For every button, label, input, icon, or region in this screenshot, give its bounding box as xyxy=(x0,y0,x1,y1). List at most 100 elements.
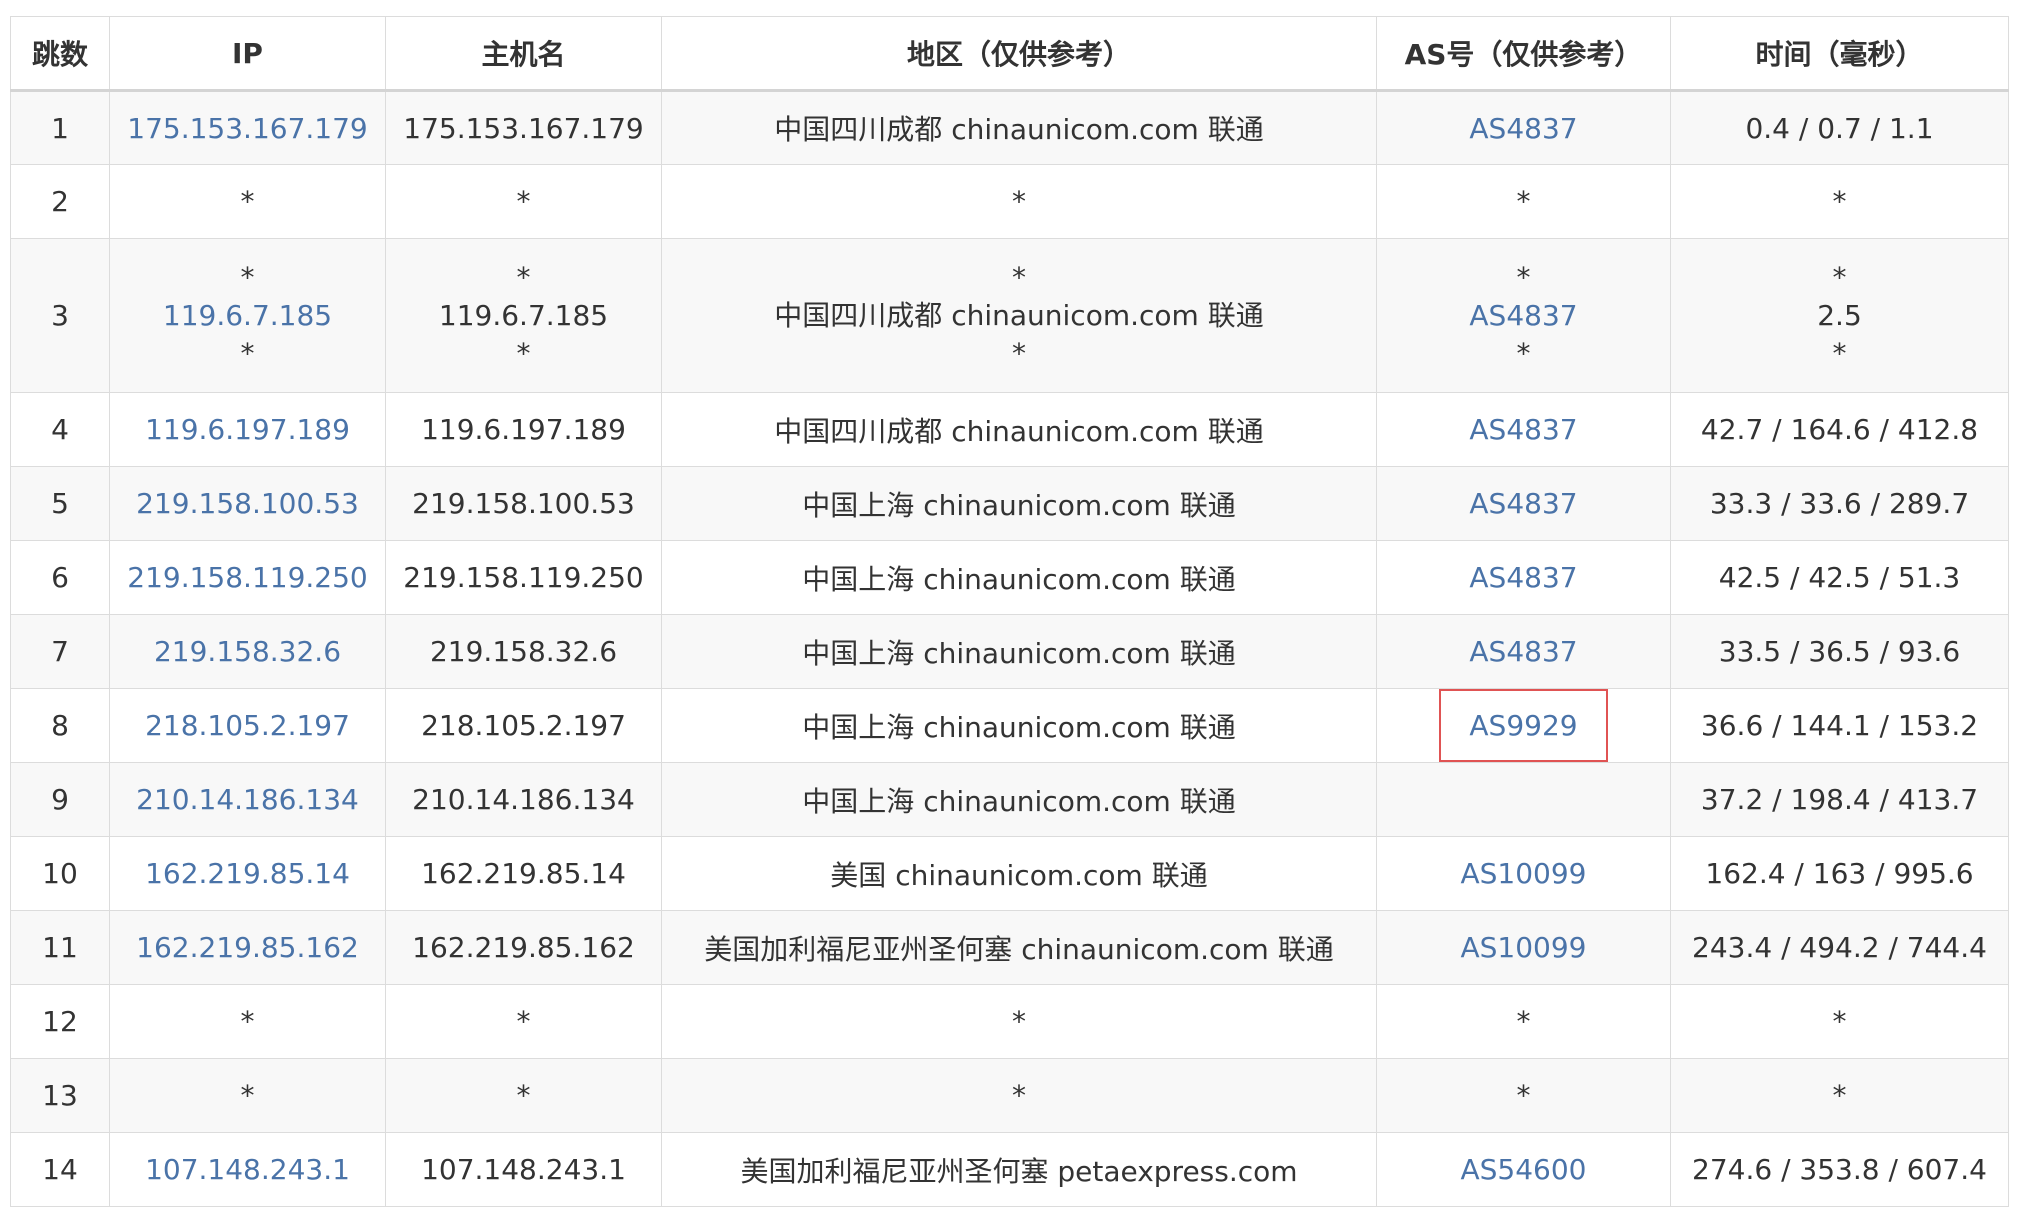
ip-link[interactable]: 175.153.167.179 xyxy=(127,112,367,145)
time-value: 2.5 xyxy=(1817,298,1862,332)
region-cell: 中国上海 chinaunicom.com 联通 xyxy=(661,614,1377,689)
ip-link[interactable]: 218.105.2.197 xyxy=(145,709,350,742)
time-cell: * xyxy=(1670,1058,2009,1133)
ip-cell: 162.219.85.162 xyxy=(109,910,386,985)
hop-cell: 1 xyxy=(10,90,110,165)
as-cell: AS4837 xyxy=(1376,392,1671,467)
hop-cell: 13 xyxy=(10,1058,110,1133)
ip-link[interactable]: 162.219.85.14 xyxy=(145,857,350,890)
region-cell: 美国 chinaunicom.com 联通 xyxy=(661,836,1377,911)
time-cell: 0.4 / 0.7 / 1.1 xyxy=(1670,90,2009,165)
as-link[interactable]: AS4837 xyxy=(1469,487,1577,520)
ip-link[interactable]: 219.158.32.6 xyxy=(154,635,341,668)
hop-cell: 12 xyxy=(10,984,110,1059)
ip-timeout: * xyxy=(240,336,255,370)
as-cell: AS10099 xyxy=(1376,836,1671,911)
hostname-timeout: * xyxy=(516,260,531,294)
as-cell: * xyxy=(1376,1058,1671,1133)
as-cell: AS4837 xyxy=(1376,540,1671,615)
hop-cell: 7 xyxy=(10,614,110,689)
time-cell: 243.4 / 494.2 / 744.4 xyxy=(1670,910,2009,985)
ip-link[interactable]: 219.158.100.53 xyxy=(136,487,359,520)
table-row: 11 162.219.85.162 162.219.85.162 美国加利福尼亚… xyxy=(10,910,2009,985)
hostname-cell: 175.153.167.179 xyxy=(385,90,662,165)
as-cell xyxy=(1376,762,1671,837)
ip-link[interactable]: 107.148.243.1 xyxy=(145,1153,350,1186)
time-timeout: * xyxy=(1832,260,1847,294)
header-time: 时间（毫秒） xyxy=(1670,16,2009,92)
region-cell: 美国加利福尼亚州圣何塞 petaexpress.com xyxy=(661,1132,1377,1207)
region-cell: 中国上海 chinaunicom.com 联通 xyxy=(661,762,1377,837)
time-cell: 33.3 / 33.6 / 289.7 xyxy=(1670,466,2009,541)
hop-cell: 8 xyxy=(10,688,110,763)
table-row: 7 219.158.32.6 219.158.32.6 中国上海 chinaun… xyxy=(10,614,2009,689)
hostname-value: 119.6.7.185 xyxy=(438,298,609,332)
as-link[interactable]: AS10099 xyxy=(1461,857,1587,890)
ip-cell: 210.14.186.134 xyxy=(109,762,386,837)
hostname-cell: 162.219.85.14 xyxy=(385,836,662,911)
hostname-cell: * xyxy=(385,164,662,239)
hostname-cell: * xyxy=(385,1058,662,1133)
header-region: 地区（仅供参考） xyxy=(661,16,1377,92)
table-row: 3 * 119.6.7.185 * * 119.6.7.185 * * 中国四川… xyxy=(10,238,2009,393)
time-cell: 37.2 / 198.4 / 413.7 xyxy=(1670,762,2009,837)
hostname-cell: 119.6.197.189 xyxy=(385,392,662,467)
hop-cell: 14 xyxy=(10,1132,110,1207)
ip-timeout: * xyxy=(240,260,255,294)
as-cell: AS4837 xyxy=(1376,90,1671,165)
as-cell: AS10099 xyxy=(1376,910,1671,985)
ip-cell: 219.158.32.6 xyxy=(109,614,386,689)
ip-link[interactable]: 119.6.7.185 xyxy=(114,297,381,335)
table-row: 6 219.158.119.250 219.158.119.250 中国上海 c… xyxy=(10,540,2009,615)
header-hostname: 主机名 xyxy=(385,16,662,92)
header-ip: IP xyxy=(109,16,386,92)
region-cell: 中国上海 chinaunicom.com 联通 xyxy=(661,466,1377,541)
hostname-cell: 210.14.186.134 xyxy=(385,762,662,837)
as-link[interactable]: AS10099 xyxy=(1461,931,1587,964)
as-link[interactable]: AS4837 xyxy=(1469,112,1577,145)
hostname-cell: 107.148.243.1 xyxy=(385,1132,662,1207)
hostname-cell: * xyxy=(385,984,662,1059)
as-link[interactable]: AS4837 xyxy=(1469,635,1577,668)
table-row: 12 * * * * * xyxy=(10,984,2009,1059)
time-cell: * xyxy=(1670,164,2009,239)
region-cell: * 中国四川成都 chinaunicom.com 联通 * xyxy=(661,238,1377,393)
ip-link[interactable]: 219.158.119.250 xyxy=(127,561,367,594)
as-link[interactable]: AS54600 xyxy=(1461,1153,1587,1186)
ip-link[interactable]: 119.6.197.189 xyxy=(145,413,350,446)
as-highlight-box: AS9929 xyxy=(1439,689,1608,762)
hop-cell: 10 xyxy=(10,836,110,911)
hostname-timeout: * xyxy=(516,336,531,370)
as-cell: AS9929 xyxy=(1376,688,1671,763)
as-link[interactable]: AS9929 xyxy=(1469,709,1577,742)
table-row: 1 175.153.167.179 175.153.167.179 中国四川成都… xyxy=(10,90,2009,165)
header-hop: 跳数 xyxy=(10,16,110,92)
ip-cell: 162.219.85.14 xyxy=(109,836,386,911)
region-cell: 中国上海 chinaunicom.com 联通 xyxy=(661,540,1377,615)
ip-cell: * xyxy=(109,164,386,239)
as-cell: * xyxy=(1376,164,1671,239)
as-link[interactable]: AS4837 xyxy=(1469,413,1577,446)
ip-cell: * 119.6.7.185 * xyxy=(109,238,386,393)
table-body: 1 175.153.167.179 175.153.167.179 中国四川成都… xyxy=(10,90,2009,1207)
header-row: 跳数 IP 主机名 地区（仅供参考） AS号（仅供参考） 时间（毫秒） xyxy=(10,16,2009,92)
as-link[interactable]: AS4837 xyxy=(1469,561,1577,594)
region-cell: 中国四川成都 chinaunicom.com 联通 xyxy=(661,392,1377,467)
table-row: 8 218.105.2.197 218.105.2.197 中国上海 china… xyxy=(10,688,2009,763)
as-link[interactable]: AS4837 xyxy=(1381,297,1666,335)
as-cell: AS54600 xyxy=(1376,1132,1671,1207)
time-cell: 36.6 / 144.1 / 153.2 xyxy=(1670,688,2009,763)
region-cell: * xyxy=(661,1058,1377,1133)
region-cell: 美国加利福尼亚州圣何塞 chinaunicom.com 联通 xyxy=(661,910,1377,985)
ip-link[interactable]: 162.219.85.162 xyxy=(136,931,359,964)
as-cell: AS4837 xyxy=(1376,466,1671,541)
ip-cell: * xyxy=(109,1058,386,1133)
hostname-cell: 219.158.100.53 xyxy=(385,466,662,541)
hostname-cell: 219.158.119.250 xyxy=(385,540,662,615)
traceroute-table: 跳数 IP 主机名 地区（仅供参考） AS号（仅供参考） 时间（毫秒） 1 17… xyxy=(10,16,2009,1207)
ip-cell: 175.153.167.179 xyxy=(109,90,386,165)
hop-cell: 3 xyxy=(10,238,110,393)
as-timeout: * xyxy=(1516,336,1531,370)
ip-link[interactable]: 210.14.186.134 xyxy=(136,783,359,816)
region-cell: 中国上海 chinaunicom.com 联通 xyxy=(661,688,1377,763)
